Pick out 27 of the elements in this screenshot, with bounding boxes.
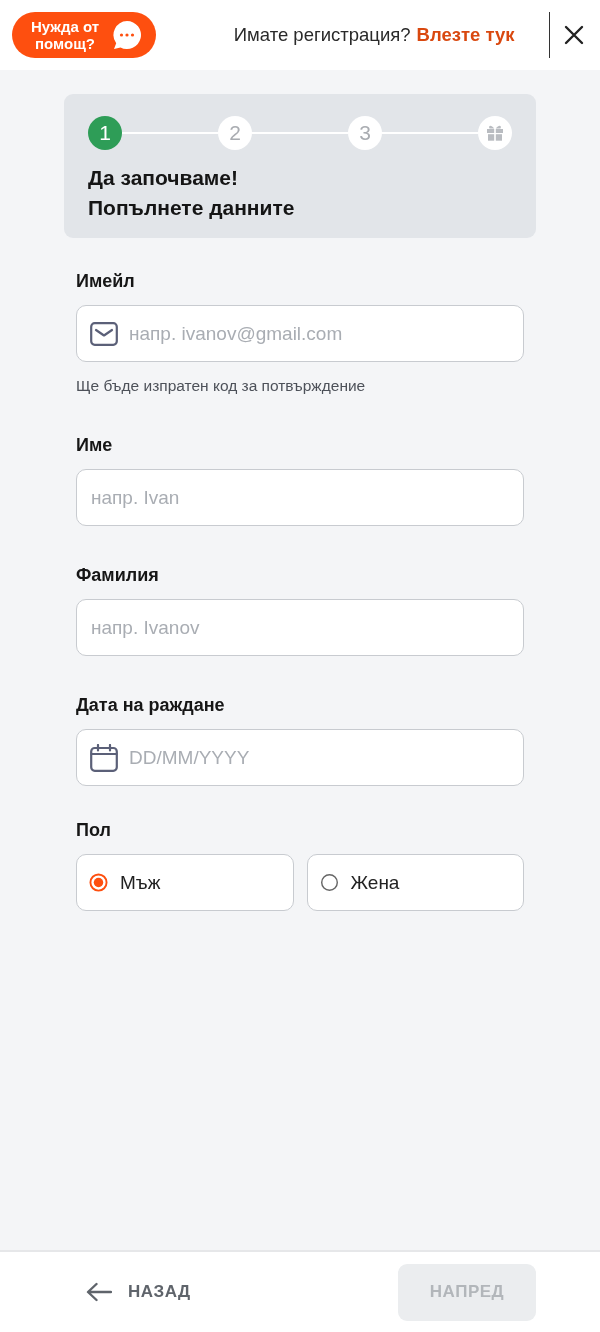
email-field[interactable]: напр. ivanov@gmail.com [76,305,524,362]
text-field[interactable]: напр. Ivan [76,469,524,526]
login-prompt: Имате регистрация? [233,24,411,46]
step-indicator: 3 [348,116,382,150]
field-label: Пол [76,819,112,841]
envelope-icon [90,321,118,346]
radio-option[interactable]: Мъж [76,854,294,911]
field-label: Дата на раждане [76,694,226,716]
close-button[interactable] [562,23,586,47]
step-indicator: 1 [88,116,122,150]
field-hint: Ще бъде изпратен код за потвърждение [76,376,367,396]
field-label: Фамилия [76,564,160,586]
text-field[interactable]: напр. Ivanov [76,599,524,656]
login-link[interactable]: Влезте тук [416,24,515,46]
field-label: Имейл [76,270,136,292]
date-field[interactable]: DD/MM/YYYY [76,729,524,786]
back-button[interactable]: НАЗАД [86,1276,191,1308]
help-button[interactable]: Нужда от помощ? [12,12,156,58]
chat-bubble-icon [112,20,142,50]
radio-option[interactable]: Жена [306,854,524,911]
step-indicator: 2 [218,116,252,150]
step-title: Попълнете данните [88,195,296,221]
field-label: Име [76,434,114,456]
back-arrow-icon [86,1282,112,1302]
calendar-icon [90,743,118,772]
step-title: Да започваме! [88,165,239,191]
close-icon [564,25,584,45]
